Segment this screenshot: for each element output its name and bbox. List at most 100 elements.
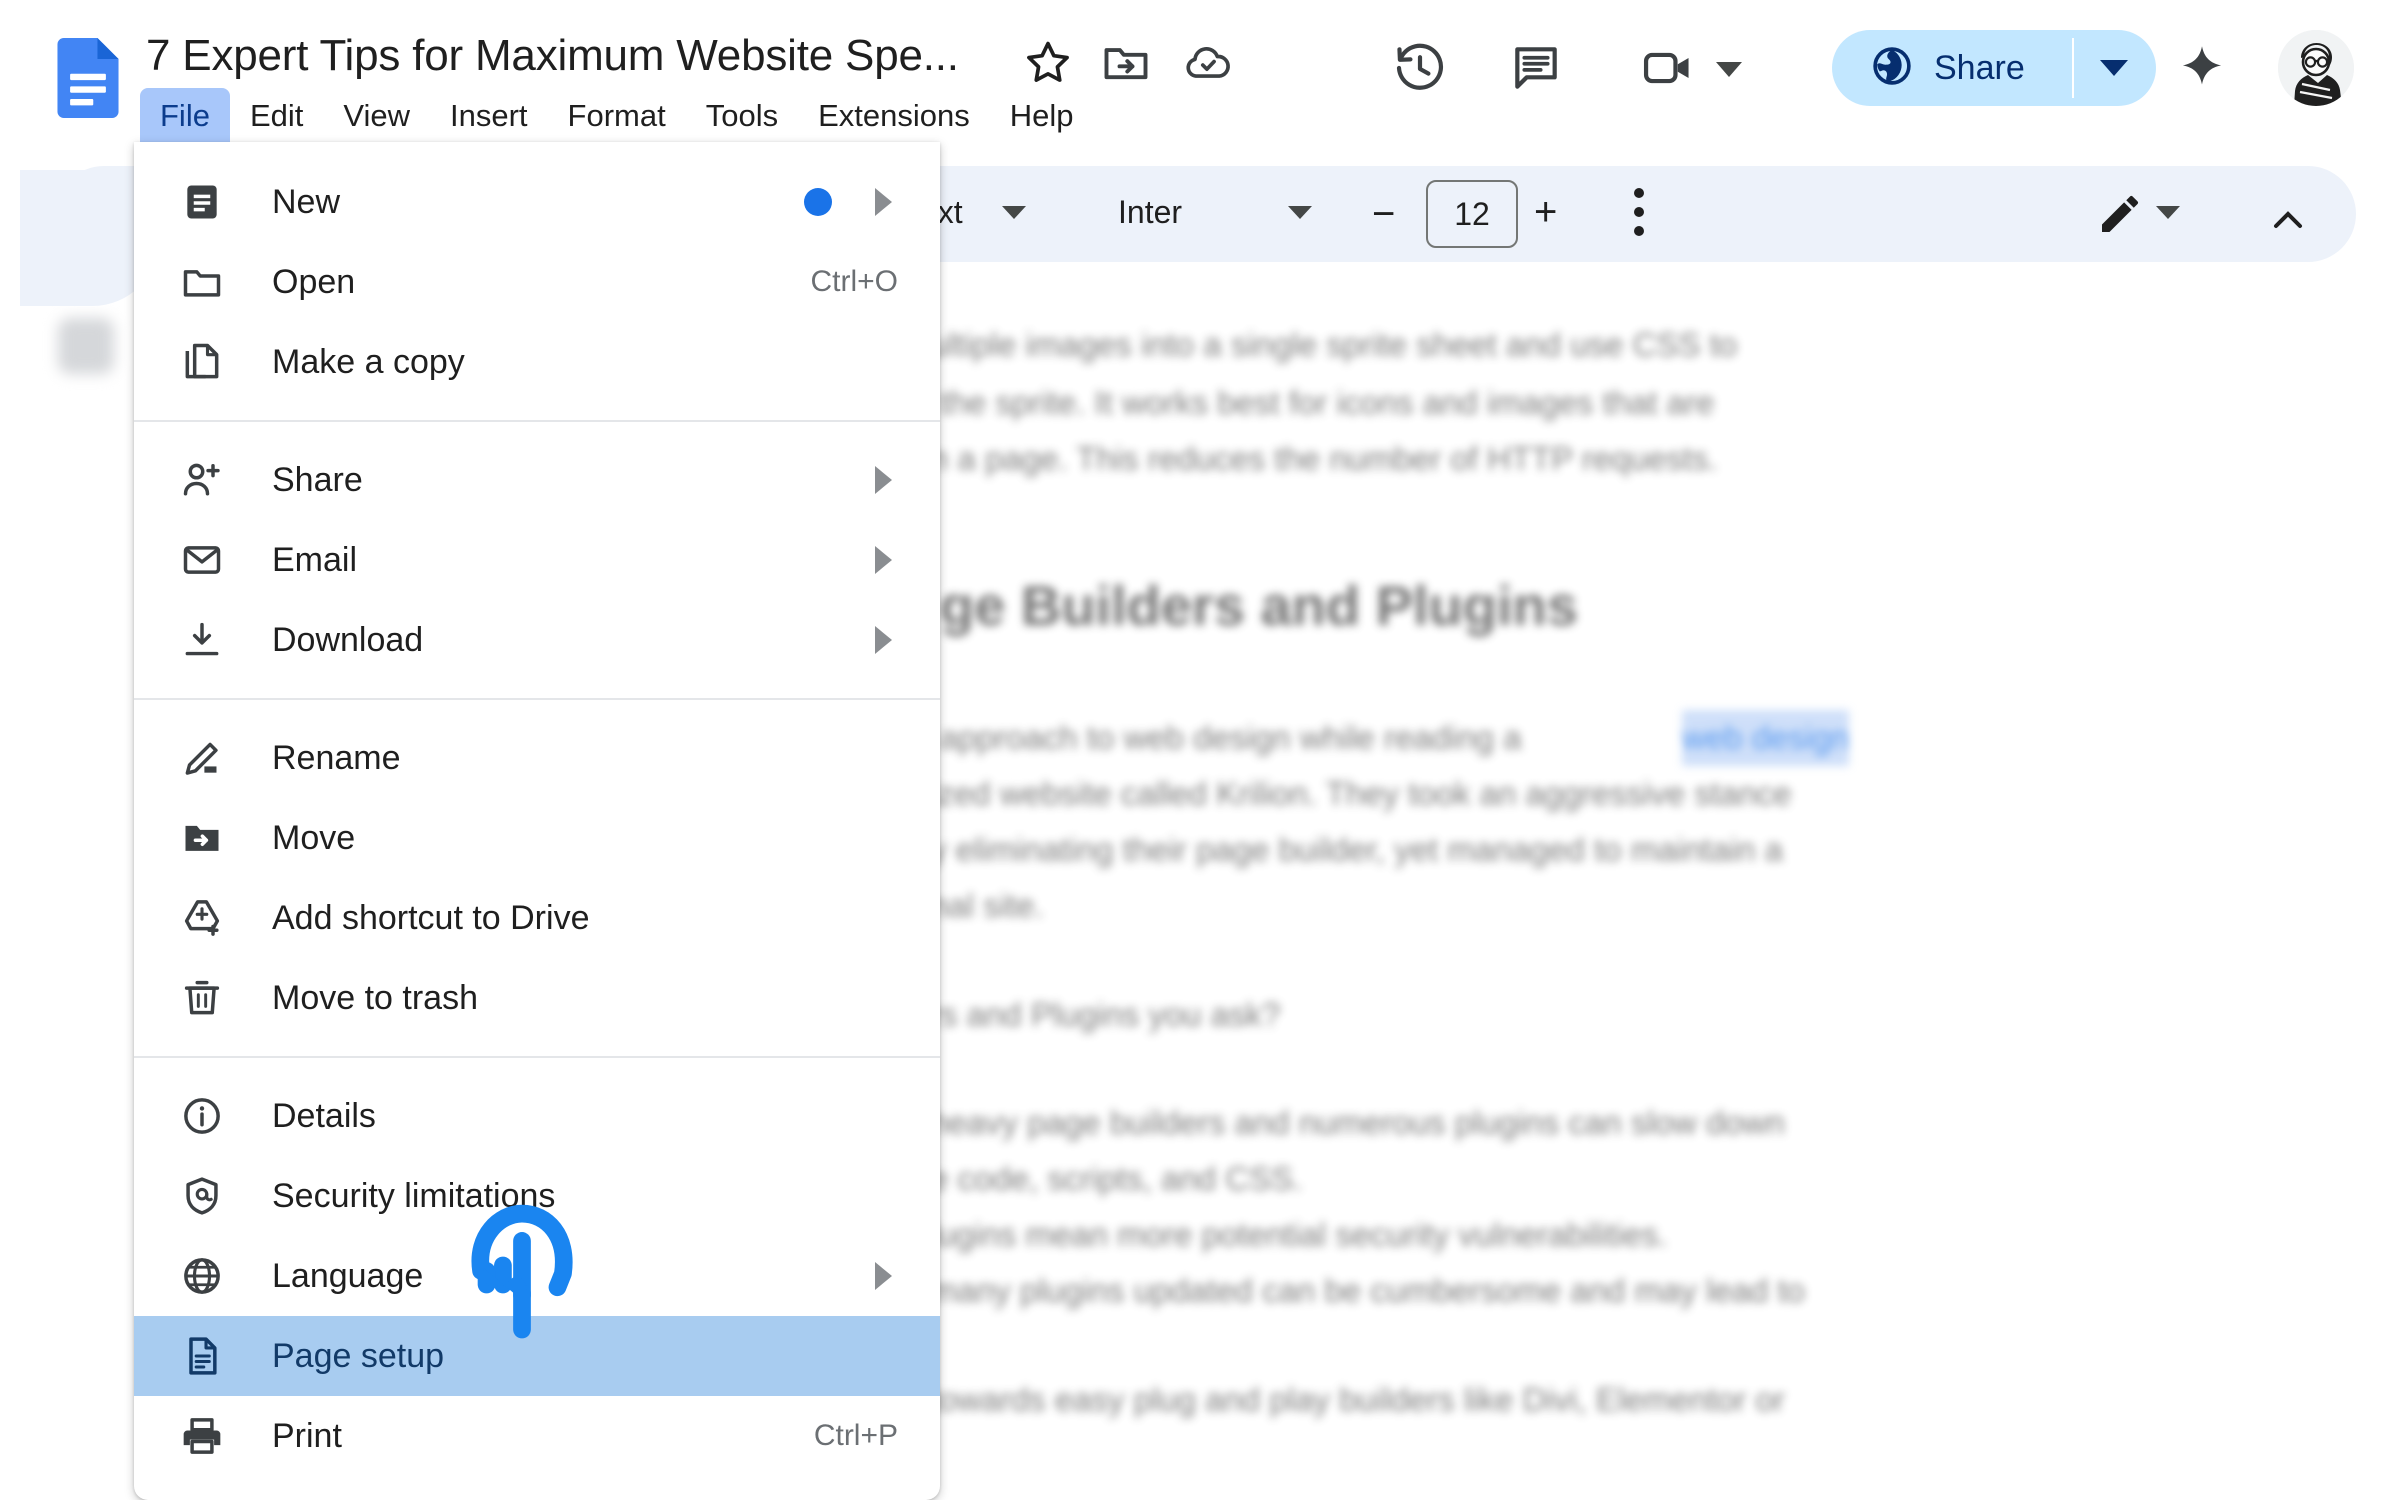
menu-item-label: Add shortcut to Drive bbox=[272, 899, 590, 937]
printer-icon bbox=[176, 1410, 228, 1462]
menu-divider bbox=[134, 1056, 940, 1058]
chevron-down-icon[interactable] bbox=[1716, 62, 1742, 77]
menu-item-label: Print bbox=[272, 1417, 342, 1455]
page-title[interactable]: 7 Expert Tips for Maximum Website Spe... bbox=[146, 26, 959, 86]
trash-icon bbox=[176, 972, 228, 1024]
doc-line: ultiple images into a single sprite shee… bbox=[930, 326, 1738, 363]
new-doc-icon bbox=[176, 176, 228, 228]
doc-line: f the sprite. It works best for icons an… bbox=[922, 384, 1715, 421]
menu-item-move[interactable]: Move bbox=[134, 798, 940, 878]
menu-insert[interactable]: Insert bbox=[430, 88, 548, 144]
drive-shortcut-icon bbox=[176, 892, 228, 944]
new-badge-dot bbox=[804, 188, 832, 216]
doc-line: approach to web design while reading a bbox=[940, 719, 1522, 756]
globe-icon bbox=[176, 1250, 228, 1302]
chevron-up-icon[interactable] bbox=[2264, 196, 2312, 249]
submenu-arrow-icon bbox=[875, 546, 892, 574]
kebab-more-icon[interactable] bbox=[1634, 188, 1644, 245]
menu-item-label: Page setup bbox=[272, 1337, 445, 1375]
menu-help[interactable]: Help bbox=[990, 88, 1094, 144]
cloud-saved-icon[interactable] bbox=[1182, 36, 1234, 88]
menu-edit[interactable]: Edit bbox=[230, 88, 323, 144]
submenu-arrow-icon bbox=[875, 626, 892, 654]
file-menu-dropdown[interactable]: New Open Ctrl+O Make a copy Share Email … bbox=[134, 142, 940, 1500]
menu-item-language[interactable]: Language bbox=[134, 1236, 940, 1316]
share-dropdown-button[interactable] bbox=[2072, 30, 2156, 106]
menu-file[interactable]: File bbox=[140, 88, 230, 144]
menu-item-rename[interactable]: Rename bbox=[134, 718, 940, 798]
copy-icon bbox=[176, 336, 228, 388]
shield-icon bbox=[176, 1170, 228, 1222]
menu-divider bbox=[134, 698, 940, 700]
font-family-value[interactable]: Inter bbox=[1118, 192, 1182, 232]
menu-item-label: Security limitations bbox=[272, 1177, 556, 1215]
comment-icon[interactable] bbox=[1508, 40, 1564, 96]
menu-item-label: Details bbox=[272, 1097, 376, 1135]
menu-item-security-limitations[interactable]: Security limitations bbox=[134, 1156, 940, 1236]
doc-line: nal site. bbox=[930, 887, 1044, 924]
menu-extensions[interactable]: Extensions bbox=[798, 88, 990, 144]
avatar[interactable] bbox=[2278, 30, 2354, 106]
person-add-icon bbox=[176, 454, 228, 506]
menu-item-open[interactable]: Open Ctrl+O bbox=[134, 242, 940, 322]
rename-pencil-icon bbox=[176, 732, 228, 784]
pencil-edit-icon[interactable] bbox=[2096, 190, 2144, 238]
email-icon bbox=[176, 534, 228, 586]
version-history-icon[interactable] bbox=[1392, 40, 1448, 96]
globe-icon bbox=[1870, 44, 1914, 93]
menu-view[interactable]: View bbox=[323, 88, 430, 144]
menu-item-page-setup[interactable]: Page setup bbox=[134, 1316, 940, 1396]
info-icon bbox=[176, 1090, 228, 1142]
font-size-input[interactable]: 12 bbox=[1426, 180, 1518, 248]
chevron-down-icon bbox=[2100, 60, 2128, 76]
menu-format[interactable]: Format bbox=[548, 88, 686, 144]
menu-item-print[interactable]: Print Ctrl+P bbox=[134, 1396, 940, 1476]
chevron-down-icon[interactable] bbox=[1288, 206, 1312, 219]
doc-line: y eliminating their page builder, yet ma… bbox=[930, 831, 1784, 868]
doc-line: ized website called Krilion. They took a… bbox=[930, 775, 1792, 812]
gemini-spark-icon[interactable] bbox=[2174, 42, 2230, 98]
menu-divider bbox=[134, 420, 940, 422]
submenu-arrow-icon bbox=[875, 466, 892, 494]
share-divider bbox=[2072, 38, 2074, 98]
font-size-decrease-button[interactable]: − bbox=[1372, 194, 1395, 234]
menu-item-label: Download bbox=[272, 621, 424, 659]
menu-item-label: Make a copy bbox=[272, 343, 465, 381]
star-icon[interactable] bbox=[1022, 36, 1074, 88]
menu-item-new[interactable]: New bbox=[134, 162, 940, 242]
chevron-down-icon[interactable] bbox=[1002, 206, 1026, 219]
submenu-arrow-icon bbox=[875, 188, 892, 216]
google-docs-window: ultiple images into a single sprite shee… bbox=[0, 0, 2400, 1500]
menu-item-share[interactable]: Share bbox=[134, 440, 940, 520]
font-size-increase-button[interactable]: + bbox=[1534, 192, 1557, 232]
doc-line: towards easy plug and play builders like… bbox=[930, 1381, 1785, 1418]
menu-tools[interactable]: Tools bbox=[686, 88, 798, 144]
google-docs-logo[interactable] bbox=[56, 38, 120, 118]
doc-heading: ge Builders and Plugins bbox=[940, 574, 1578, 637]
download-icon bbox=[176, 614, 228, 666]
menu-item-make-a-copy[interactable]: Make a copy bbox=[134, 322, 940, 402]
menu-item-label: Move to trash bbox=[272, 979, 478, 1017]
menu-item-details[interactable]: Details bbox=[134, 1076, 940, 1156]
menu-item-label: Email bbox=[272, 541, 358, 579]
menu-item-move-to-trash[interactable]: Move to trash bbox=[134, 958, 940, 1038]
doc-line: heavy page builders and numerous plugins… bbox=[930, 1104, 1785, 1141]
share-button[interactable]: Share bbox=[1832, 30, 2072, 106]
doc-line: lugins mean more potential security vuln… bbox=[930, 1216, 1668, 1253]
page-setup-icon bbox=[176, 1330, 228, 1382]
menu-item-download[interactable]: Download bbox=[134, 600, 940, 680]
menu-item-label: Language bbox=[272, 1257, 424, 1295]
doc-line: rs and Plugins you ask? bbox=[930, 996, 1281, 1033]
menu-item-add-shortcut-to-drive[interactable]: Add shortcut to Drive bbox=[134, 878, 940, 958]
menu-item-label: Move bbox=[272, 819, 356, 857]
menu-bar: File Edit View Insert Format Tools Exten… bbox=[140, 88, 1094, 144]
move-to-folder-icon[interactable] bbox=[1100, 36, 1152, 88]
doc-line: n a page. This reduces the number of HTT… bbox=[930, 440, 1718, 477]
menu-item-email[interactable]: Email bbox=[134, 520, 940, 600]
doc-line: e code, scripts, and CSS. bbox=[930, 1160, 1303, 1197]
chevron-down-icon[interactable] bbox=[2156, 206, 2180, 219]
menu-item-shortcut: Ctrl+P bbox=[813, 1419, 898, 1452]
submenu-arrow-icon bbox=[875, 1262, 892, 1290]
meet-icon[interactable] bbox=[1640, 40, 1696, 96]
share-button-label: Share bbox=[1934, 49, 2025, 87]
